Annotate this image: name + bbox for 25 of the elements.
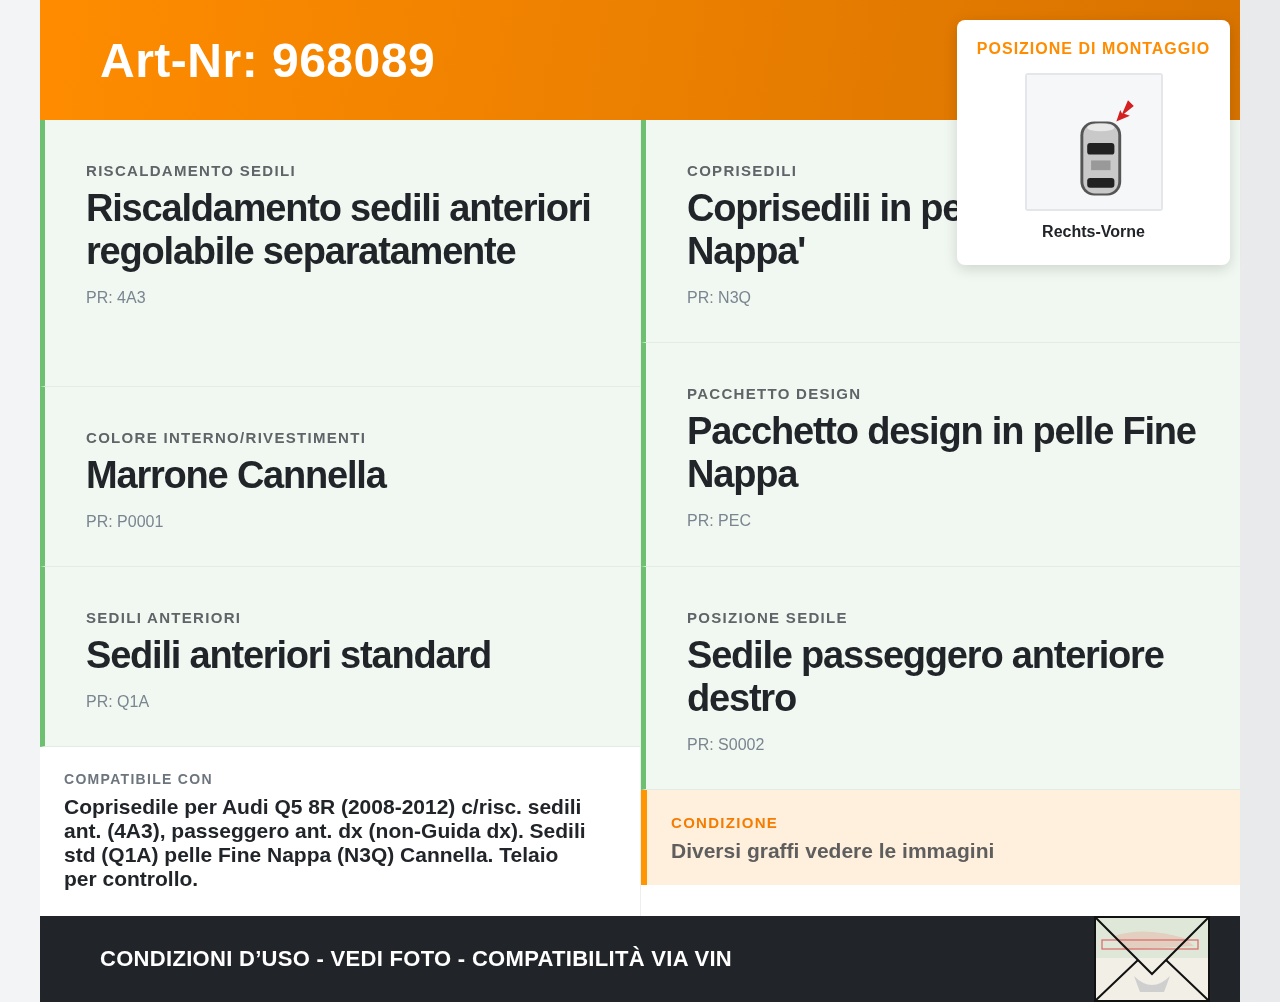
pr-code: PR: Q1A — [86, 693, 151, 711]
category-label: COLORE INTERNO/RIVESTIMENTI — [86, 429, 368, 446]
pr-code: PR: P0001 — [86, 513, 165, 531]
pr-code: PR: PEC — [687, 512, 752, 530]
spec-title: Marrone Cannella — [86, 454, 386, 497]
spec-title: Sedile passeggero anteriore destro — [687, 634, 1165, 720]
footer-text: CONDIZIONI D’USO - VEDI FOTO - COMPATIBILITÀ VIA VIN — [100, 946, 732, 972]
spec-title: Pacchetto design in pelle Fine Nappa — [687, 410, 1197, 496]
category-label: POSIZIONE SEDILE — [687, 609, 849, 626]
category-label: RISCALDAMENTO SEDILI — [86, 162, 297, 179]
position-caption: Rechts-Vorne — [1042, 223, 1145, 241]
card-title: POSIZIONE DI MONTAGGIO — [976, 40, 1211, 58]
category-label: PACCHETTO DESIGN — [687, 385, 863, 402]
pr-code: PR: S0002 — [687, 736, 766, 754]
article-number: Art-Nr: 968089 — [100, 32, 436, 88]
description-text: Coprisedile per Audi Q5 8R (2008-2012) c/risc. sedili ant. (4A3), passeggero ant. dx (non-Guida dx). Sedili std (Q1A) pelle Fine Nappa (N3Q) Cannella. Telaio per controllo. — [64, 795, 587, 891]
category-label: CONDIZIONE — [671, 814, 780, 831]
pr-code: PR: N3Q — [687, 289, 752, 307]
description-text: Diversi graffi vedere le immagini — [671, 839, 996, 863]
category-label: COMPATIBILE CON — [64, 771, 214, 787]
spec-title: Sedili anteriori standard — [86, 634, 491, 677]
category-label: SEDILI ANTERIORI — [86, 609, 243, 626]
category-label: COPRISEDILI — [687, 162, 799, 179]
pr-code: PR: 4A3 — [86, 289, 147, 307]
spec-title: Riscaldamento sedili anteriori regolabile separatamente — [86, 187, 592, 273]
